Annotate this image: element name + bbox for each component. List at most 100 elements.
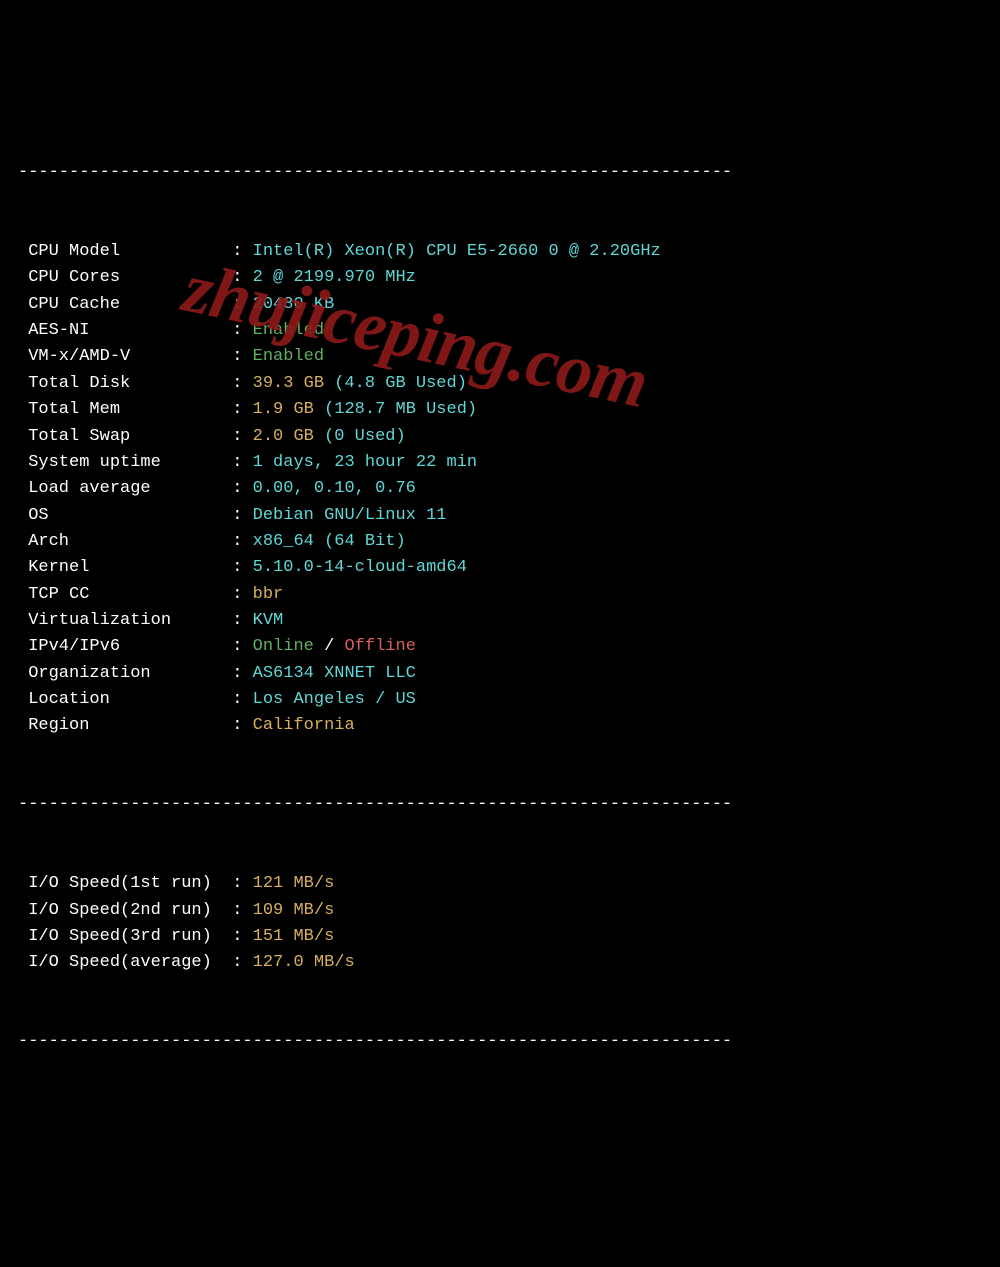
- sysinfo-label: Arch: [18, 532, 232, 551]
- sysinfo-value: /: [314, 637, 345, 656]
- colon: :: [232, 953, 252, 972]
- iospeed-row: I/O Speed(2nd run) : 109 MB/s: [18, 898, 1000, 924]
- terminal-output: ----------------------------------------…: [0, 105, 1000, 1082]
- sysinfo-value: Enabled: [253, 347, 324, 366]
- sysinfo-row: CPU Model : Intel(R) Xeon(R) CPU E5-2660…: [18, 239, 1000, 265]
- sysinfo-value: Online: [253, 637, 314, 656]
- sysinfo-value: bbr: [253, 585, 284, 604]
- sysinfo-value: (0 Used): [324, 427, 406, 446]
- sysinfo-label: Total Swap: [18, 427, 232, 446]
- sysinfo-label: Kernel: [18, 558, 232, 577]
- sysinfo-row: Location : Los Angeles / US: [18, 687, 1000, 713]
- iospeed-label: I/O Speed(3rd run): [18, 927, 232, 946]
- sysinfo-value: Offline: [344, 637, 415, 656]
- colon: :: [232, 690, 252, 709]
- colon: :: [232, 532, 252, 551]
- iospeed-value: 121 MB/s: [253, 874, 335, 893]
- sysinfo-label: CPU Model: [18, 242, 232, 261]
- sysinfo-value: AS6134 XNNET LLC: [253, 664, 416, 683]
- sysinfo-value: 2 @ 2199.970 MHz: [253, 268, 416, 287]
- iospeed-value: 151 MB/s: [253, 927, 335, 946]
- colon: :: [232, 506, 252, 525]
- sysinfo-value: x86_64 (64 Bit): [253, 532, 406, 551]
- sysinfo-value: Enabled: [253, 321, 324, 340]
- iospeed-row: I/O Speed(1st run) : 121 MB/s: [18, 871, 1000, 897]
- colon: :: [232, 453, 252, 472]
- colon: :: [232, 901, 252, 920]
- colon: :: [232, 558, 252, 577]
- sysinfo-label: Load average: [18, 479, 232, 498]
- sysinfo-label: Region: [18, 716, 232, 735]
- colon: :: [232, 637, 252, 656]
- iospeed-label: I/O Speed(average): [18, 953, 232, 972]
- sysinfo-value: 1 days, 23 hour 22 min: [253, 453, 477, 472]
- sysinfo-row: Total Mem : 1.9 GB (128.7 MB Used): [18, 397, 1000, 423]
- colon: :: [232, 242, 252, 261]
- divider-mid: ----------------------------------------…: [18, 792, 1000, 818]
- sysinfo-row: AES-NI : Enabled: [18, 318, 1000, 344]
- sysinfo-label: Virtualization: [18, 611, 232, 630]
- sysinfo-value: 39.3 GB: [253, 374, 335, 393]
- colon: :: [232, 664, 252, 683]
- iospeed-label: I/O Speed(2nd run): [18, 901, 232, 920]
- iospeed-label: I/O Speed(1st run): [18, 874, 232, 893]
- sysinfo-row: Total Swap : 2.0 GB (0 Used): [18, 424, 1000, 450]
- iospeed-row: I/O Speed(3rd run) : 151 MB/s: [18, 924, 1000, 950]
- io-speed-section: I/O Speed(1st run) : 121 MB/s I/O Speed(…: [18, 871, 1000, 976]
- sysinfo-row: Arch : x86_64 (64 Bit): [18, 529, 1000, 555]
- colon: :: [232, 321, 252, 340]
- sysinfo-row: Load average : 0.00, 0.10, 0.76: [18, 476, 1000, 502]
- sysinfo-label: Total Disk: [18, 374, 232, 393]
- sysinfo-value: 2.0 GB: [253, 427, 324, 446]
- colon: :: [232, 400, 252, 419]
- sysinfo-row: CPU Cores : 2 @ 2199.970 MHz: [18, 265, 1000, 291]
- system-info-section: CPU Model : Intel(R) Xeon(R) CPU E5-2660…: [18, 239, 1000, 740]
- sysinfo-label: VM-x/AMD-V: [18, 347, 232, 366]
- divider-top: ----------------------------------------…: [18, 160, 1000, 186]
- sysinfo-row: VM-x/AMD-V : Enabled: [18, 344, 1000, 370]
- sysinfo-value: Los Angeles / US: [253, 690, 416, 709]
- iospeed-row: I/O Speed(average) : 127.0 MB/s: [18, 950, 1000, 976]
- sysinfo-label: Total Mem: [18, 400, 232, 419]
- sysinfo-value: 0.00, 0.10, 0.76: [253, 479, 416, 498]
- divider-bottom: ----------------------------------------…: [18, 1029, 1000, 1055]
- sysinfo-value: (128.7 MB Used): [324, 400, 477, 419]
- sysinfo-row: OS : Debian GNU/Linux 11: [18, 503, 1000, 529]
- sysinfo-row: Kernel : 5.10.0-14-cloud-amd64: [18, 555, 1000, 581]
- sysinfo-value: (4.8 GB Used): [334, 374, 467, 393]
- sysinfo-value: California: [253, 716, 355, 735]
- colon: :: [232, 268, 252, 287]
- sysinfo-value: 1.9 GB: [253, 400, 324, 419]
- sysinfo-row: IPv4/IPv6 : Online / Offline: [18, 634, 1000, 660]
- sysinfo-label: System uptime: [18, 453, 232, 472]
- sysinfo-row: CPU Cache : 20480 KB: [18, 292, 1000, 318]
- colon: :: [232, 585, 252, 604]
- colon: :: [232, 927, 252, 946]
- colon: :: [232, 347, 252, 366]
- sysinfo-value: 20480 KB: [253, 295, 335, 314]
- sysinfo-row: TCP CC : bbr: [18, 582, 1000, 608]
- sysinfo-label: Organization: [18, 664, 232, 683]
- iospeed-value: 127.0 MB/s: [253, 953, 355, 972]
- sysinfo-row: Total Disk : 39.3 GB (4.8 GB Used): [18, 371, 1000, 397]
- sysinfo-label: Location: [18, 690, 232, 709]
- colon: :: [232, 874, 252, 893]
- colon: :: [232, 427, 252, 446]
- colon: :: [232, 479, 252, 498]
- colon: :: [232, 374, 252, 393]
- colon: :: [232, 611, 252, 630]
- sysinfo-value: Debian GNU/Linux 11: [253, 506, 447, 525]
- sysinfo-value: Intel(R) Xeon(R) CPU E5-2660 0 @ 2.20GHz: [253, 242, 661, 261]
- sysinfo-value: 5.10.0-14-cloud-amd64: [253, 558, 467, 577]
- sysinfo-row: Region : California: [18, 713, 1000, 739]
- sysinfo-label: OS: [18, 506, 232, 525]
- sysinfo-label: TCP CC: [18, 585, 232, 604]
- sysinfo-row: Virtualization : KVM: [18, 608, 1000, 634]
- sysinfo-row: System uptime : 1 days, 23 hour 22 min: [18, 450, 1000, 476]
- iospeed-value: 109 MB/s: [253, 901, 335, 920]
- sysinfo-label: AES-NI: [18, 321, 232, 340]
- sysinfo-value: KVM: [253, 611, 284, 630]
- sysinfo-label: IPv4/IPv6: [18, 637, 232, 656]
- sysinfo-row: Organization : AS6134 XNNET LLC: [18, 661, 1000, 687]
- colon: :: [232, 716, 252, 735]
